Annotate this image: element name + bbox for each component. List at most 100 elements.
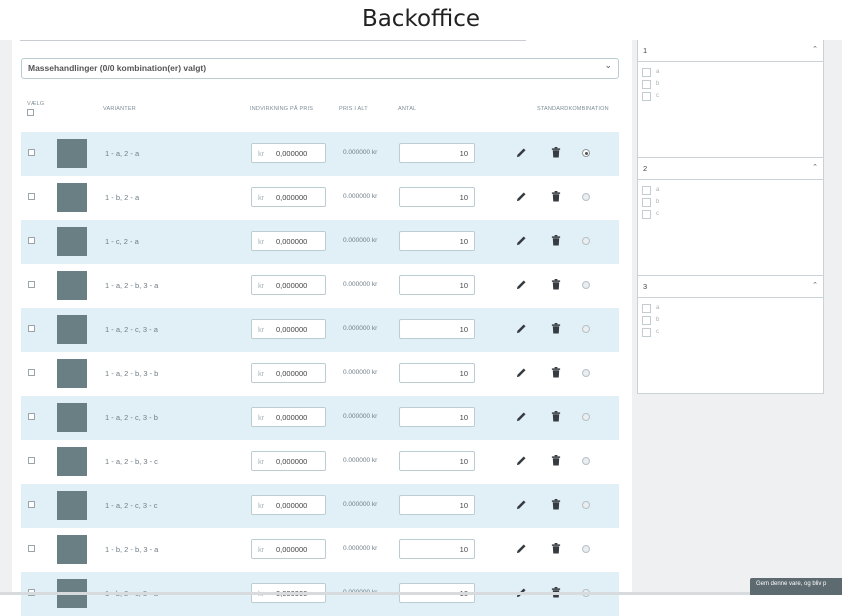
price-impact-input[interactable]: kr 0,000000 — [251, 539, 326, 559]
variant-thumbnail[interactable] — [57, 227, 87, 256]
option-checkbox[interactable] — [642, 68, 651, 77]
trash-icon[interactable] — [551, 499, 561, 510]
option-checkbox[interactable] — [642, 92, 651, 101]
chevron-up-icon[interactable]: ⌃ — [812, 45, 818, 53]
trash-icon[interactable] — [551, 191, 561, 202]
price-impact-input[interactable]: kr 0,000000 — [251, 495, 326, 515]
quantity-input[interactable]: 10 — [399, 319, 475, 339]
trash-icon[interactable] — [551, 279, 561, 290]
pencil-icon[interactable] — [516, 235, 527, 246]
row-checkbox[interactable] — [28, 325, 35, 332]
total-price: 0.000000 kr — [343, 545, 378, 552]
pencil-icon[interactable] — [516, 455, 527, 466]
quantity-input[interactable]: 10 — [399, 143, 475, 163]
price-impact-input[interactable]: kr 0,000000 — [251, 275, 326, 295]
pencil-icon[interactable] — [516, 543, 527, 554]
quantity-value: 10 — [459, 193, 468, 202]
price-impact-input[interactable]: kr 0,000000 — [251, 231, 326, 251]
quantity-input[interactable]: 10 — [399, 363, 475, 383]
quantity-input[interactable]: 10 — [399, 495, 475, 515]
bulk-actions-dropdown[interactable]: Massehandlinger (0/0 kombination(er) val… — [21, 58, 619, 79]
price-impact-input[interactable]: kr 0,000000 — [251, 143, 326, 163]
pencil-icon[interactable] — [516, 191, 527, 202]
row-checkbox[interactable] — [28, 237, 35, 244]
row-checkbox[interactable] — [28, 149, 35, 156]
option-checkbox[interactable] — [642, 304, 651, 313]
quantity-input[interactable]: 10 — [399, 407, 475, 427]
variant-thumbnail[interactable] — [57, 183, 87, 212]
option-checkbox[interactable] — [642, 198, 651, 207]
row-checkbox[interactable] — [28, 413, 35, 420]
row-checkbox[interactable] — [28, 281, 35, 288]
variant-thumbnail[interactable] — [57, 139, 87, 168]
row-checkbox[interactable] — [28, 457, 35, 464]
currency-label: kr — [258, 457, 265, 466]
default-combination-radio[interactable] — [582, 237, 590, 245]
pencil-icon[interactable] — [516, 499, 527, 510]
variant-thumbnail[interactable] — [57, 315, 87, 344]
trash-icon[interactable] — [551, 367, 561, 378]
table-row: 1 - c, 2 - a kr 0,000000 0.000000 kr 10 — [21, 220, 619, 264]
row-checkbox[interactable] — [28, 193, 35, 200]
pencil-icon[interactable] — [516, 411, 527, 422]
option-checkbox[interactable] — [642, 80, 651, 89]
select-all-checkbox[interactable] — [27, 109, 34, 116]
price-impact-input[interactable]: kr 0,000000 — [251, 319, 326, 339]
variant-thumbnail[interactable] — [57, 447, 87, 476]
quantity-input[interactable]: 10 — [399, 231, 475, 251]
chevron-up-icon[interactable]: ⌃ — [812, 281, 818, 289]
quantity-value: 10 — [459, 325, 468, 334]
price-impact-value: 0,000000 — [276, 457, 308, 466]
attribute-group-header[interactable]: 3 ⌃ — [638, 276, 823, 298]
default-combination-radio[interactable] — [582, 325, 590, 333]
price-impact-input[interactable]: kr 0,000000 — [251, 451, 326, 471]
trash-icon[interactable] — [551, 543, 561, 554]
option-checkbox[interactable] — [642, 210, 651, 219]
quantity-input[interactable]: 10 — [399, 187, 475, 207]
variant-thumbnail[interactable] — [57, 403, 87, 432]
trash-icon[interactable] — [551, 323, 561, 334]
price-impact-input[interactable]: kr 0,000000 — [251, 187, 326, 207]
quantity-input[interactable]: 10 — [399, 275, 475, 295]
attribute-group-header[interactable]: 2 ⌃ — [638, 158, 823, 180]
default-combination-radio[interactable] — [582, 281, 590, 289]
quantity-input[interactable]: 10 — [399, 451, 475, 471]
notification-toast[interactable]: Gem denne vare, og bliv p — [750, 578, 842, 595]
pencil-icon[interactable] — [516, 323, 527, 334]
variant-thumbnail[interactable] — [57, 359, 87, 388]
default-combination-radio[interactable] — [582, 369, 590, 377]
variant-thumbnail[interactable] — [57, 491, 87, 520]
chevron-up-icon[interactable]: ⌃ — [812, 163, 818, 171]
row-checkbox[interactable] — [28, 369, 35, 376]
row-checkbox[interactable] — [28, 545, 35, 552]
variant-thumbnail[interactable] — [57, 535, 87, 564]
pencil-icon[interactable] — [516, 147, 527, 158]
option-checkbox[interactable] — [642, 316, 651, 325]
default-combination-radio[interactable] — [582, 193, 590, 201]
total-price: 0.000000 kr — [343, 413, 378, 420]
option-checkbox[interactable] — [642, 186, 651, 195]
price-impact-input[interactable]: kr 0,000000 — [251, 407, 326, 427]
table-row: 1 - a, 2 - c, 3 - a kr 0,000000 0.000000… — [21, 308, 619, 352]
pencil-icon[interactable] — [516, 279, 527, 290]
group-divider — [638, 275, 823, 276]
price-impact-input[interactable]: kr 0,000000 — [251, 363, 326, 383]
trash-icon[interactable] — [551, 235, 561, 246]
row-checkbox[interactable] — [28, 501, 35, 508]
trash-icon[interactable] — [551, 411, 561, 422]
default-combination-radio[interactable] — [582, 149, 590, 157]
default-combination-radio[interactable] — [582, 545, 590, 553]
quantity-value: 10 — [459, 237, 468, 246]
default-combination-radio[interactable] — [582, 501, 590, 509]
option-checkbox[interactable] — [642, 328, 651, 337]
trash-icon[interactable] — [551, 147, 561, 158]
attribute-group-header[interactable]: 1 ⌃ — [638, 40, 823, 62]
table-row: 1 - a, 2 - b, 3 - b kr 0,000000 0.000000… — [21, 352, 619, 396]
default-combination-radio[interactable] — [582, 413, 590, 421]
quantity-value: 10 — [459, 457, 468, 466]
variant-thumbnail[interactable] — [57, 271, 87, 300]
quantity-input[interactable]: 10 — [399, 539, 475, 559]
trash-icon[interactable] — [551, 455, 561, 466]
pencil-icon[interactable] — [516, 367, 527, 378]
default-combination-radio[interactable] — [582, 457, 590, 465]
